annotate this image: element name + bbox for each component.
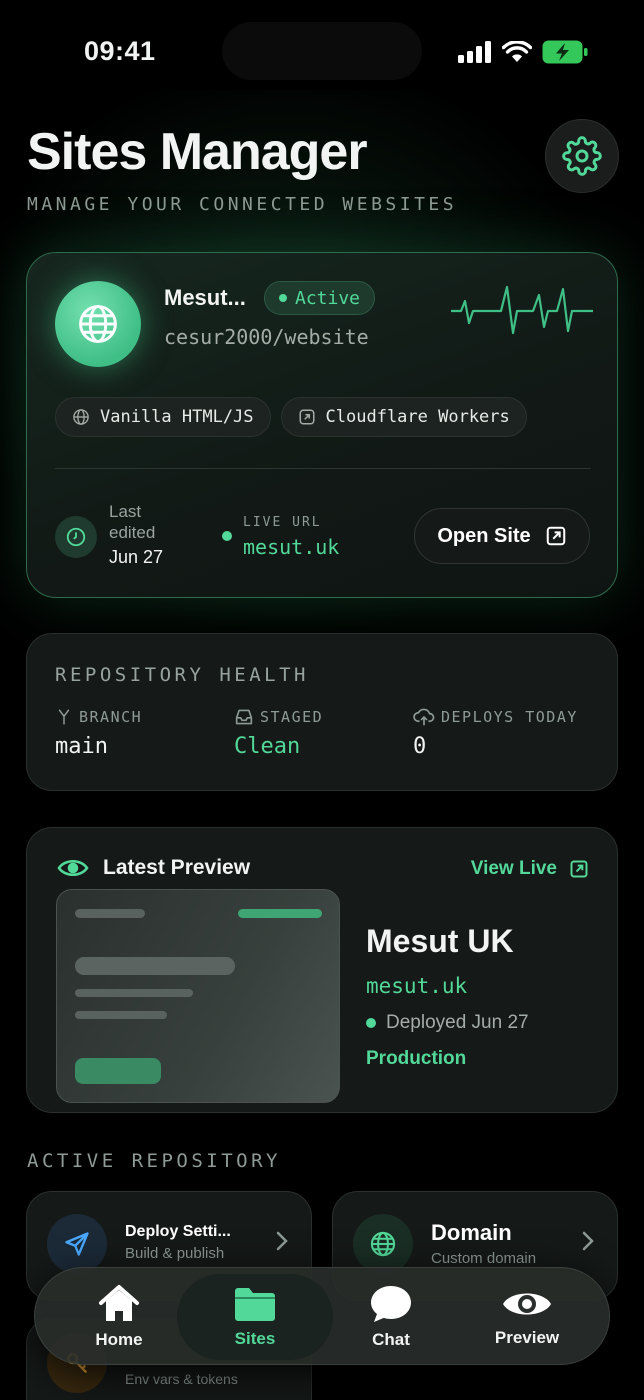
deploy-status: Deployed Jun 27 (366, 1012, 529, 1034)
eye-icon (57, 859, 89, 877)
deploy-icon-badge (47, 1214, 107, 1274)
repo-path: cesur2000/website (164, 325, 369, 349)
tab-chat-label: Chat (372, 1330, 410, 1349)
thumb-heading (75, 957, 235, 975)
tab-chat[interactable]: Chat (313, 1274, 469, 1360)
preview-site-title: Mesut UK (366, 923, 514, 959)
live-url-link[interactable]: mesut.uk (243, 535, 339, 559)
clock-icon (66, 527, 86, 547)
preview-title: Latest Preview (103, 856, 251, 879)
deploy-settings-subtitle: Build & publish (125, 1245, 225, 1262)
staged-value: Clean (234, 734, 301, 759)
deploys-value: 0 (413, 734, 427, 759)
chevron-right-icon (582, 1231, 594, 1251)
cloud-upload-icon (413, 708, 435, 726)
wifi-icon (502, 41, 532, 62)
thumb-button (75, 1058, 161, 1084)
live-dot (222, 531, 232, 541)
tab-sites[interactable]: Sites (177, 1274, 333, 1360)
deploys-stat: DEPLOYS TODAY 0 (413, 708, 578, 759)
tab-preview-label: Preview (494, 1328, 560, 1347)
home-icon (99, 1285, 139, 1321)
tech-chips: Vanilla HTML/JS Cloudflare Workers (55, 397, 527, 437)
folder-icon (235, 1288, 275, 1321)
heartbeat-icon (451, 285, 593, 335)
thumb-line (75, 1011, 167, 1019)
signal-icon (458, 41, 491, 63)
page-subtitle: MANAGE YOUR CONNECTED WEBSITES (27, 194, 458, 215)
live-url-label: LIVE URL (243, 515, 322, 530)
thumb-line (75, 909, 145, 918)
settings-button[interactable] (545, 119, 619, 193)
page-title: Sites Manager (27, 123, 368, 181)
environment-subtitle: Env vars & tokens (125, 1371, 238, 1387)
globe-icon (73, 409, 89, 425)
chip-stack: Vanilla HTML/JS (55, 397, 271, 437)
send-icon (65, 1232, 89, 1256)
external-link-icon (299, 409, 315, 425)
thumb-line (238, 909, 322, 918)
staged-stat: STAGED Clean (234, 708, 323, 759)
chevron-right-icon (276, 1231, 288, 1251)
preview-header: Latest Preview (57, 856, 250, 880)
domain-icon-badge (353, 1214, 413, 1274)
domain-title: Domain (431, 1220, 512, 1245)
inbox-icon (235, 709, 253, 725)
branch-stat: BRANCH main (55, 708, 142, 759)
staged-label: STAGED (260, 708, 324, 726)
deploy-dot (366, 1018, 376, 1028)
globe-icon (79, 305, 117, 343)
chip-host-label: Cloudflare Workers (325, 407, 510, 427)
open-site-label: Open Site (437, 524, 531, 547)
dynamic-island (222, 22, 422, 80)
deploys-label: DEPLOYS TODAY (441, 708, 578, 726)
tab-home[interactable]: Home (41, 1274, 197, 1360)
external-link-icon (570, 860, 588, 878)
deploy-status-label: Deployed Jun 27 (386, 1012, 529, 1033)
clock-badge (55, 516, 97, 558)
chat-bubble-icon (371, 1286, 411, 1322)
status-icons (458, 40, 588, 64)
divider (55, 468, 591, 469)
view-live-label: View Live (470, 858, 557, 879)
status-dot (279, 294, 287, 302)
site-name: Mesut... (164, 285, 246, 310)
last-edited-label: Last edited (109, 502, 156, 542)
view-live-link[interactable]: View Live (471, 858, 589, 880)
domain-subtitle: Custom domain (431, 1250, 537, 1267)
globe-icon (370, 1231, 396, 1257)
thumb-line (75, 989, 193, 997)
gear-icon (562, 136, 602, 176)
branch-icon (58, 709, 70, 725)
tab-preview[interactable]: Preview (449, 1274, 605, 1360)
health-title: REPOSITORY HEALTH (55, 664, 309, 686)
site-avatar (55, 281, 141, 367)
preview-url[interactable]: mesut.uk (366, 974, 467, 998)
status-time: 09:41 (84, 36, 156, 66)
tab-bar: Home Sites Chat Preview (34, 1267, 610, 1365)
active-repository-title: ACTIVE REPOSITORY (27, 1150, 281, 1172)
status-bar: 09:41 (0, 0, 644, 100)
site-card[interactable]: Mesut... Active cesur2000/website Vanill… (26, 252, 618, 598)
eye-icon (503, 1293, 551, 1315)
tab-home-label: Home (95, 1330, 143, 1349)
last-edited-date: Jun 27 (109, 547, 164, 567)
status-badge: Active (264, 281, 376, 315)
chip-host: Cloudflare Workers (280, 397, 527, 437)
deploy-settings-title: Deploy Setti... (125, 1223, 231, 1240)
branch-value: main (55, 734, 108, 759)
branch-label: BRANCH (79, 708, 143, 726)
open-site-button[interactable]: Open Site (414, 508, 590, 564)
external-link-icon (546, 526, 565, 546)
battery-icon (542, 40, 588, 64)
tab-sites-label: Sites (234, 1329, 276, 1348)
chip-stack-label: Vanilla HTML/JS (100, 407, 254, 427)
environment-label: Production (366, 1048, 467, 1069)
latest-preview-card: Latest Preview View Live Mesut UK mesut.… (26, 827, 618, 1113)
preview-thumbnail[interactable] (56, 889, 340, 1103)
status-badge-label: Active (295, 287, 361, 309)
repository-health-card: REPOSITORY HEALTH BRANCH main STAGED Cle… (26, 633, 618, 791)
